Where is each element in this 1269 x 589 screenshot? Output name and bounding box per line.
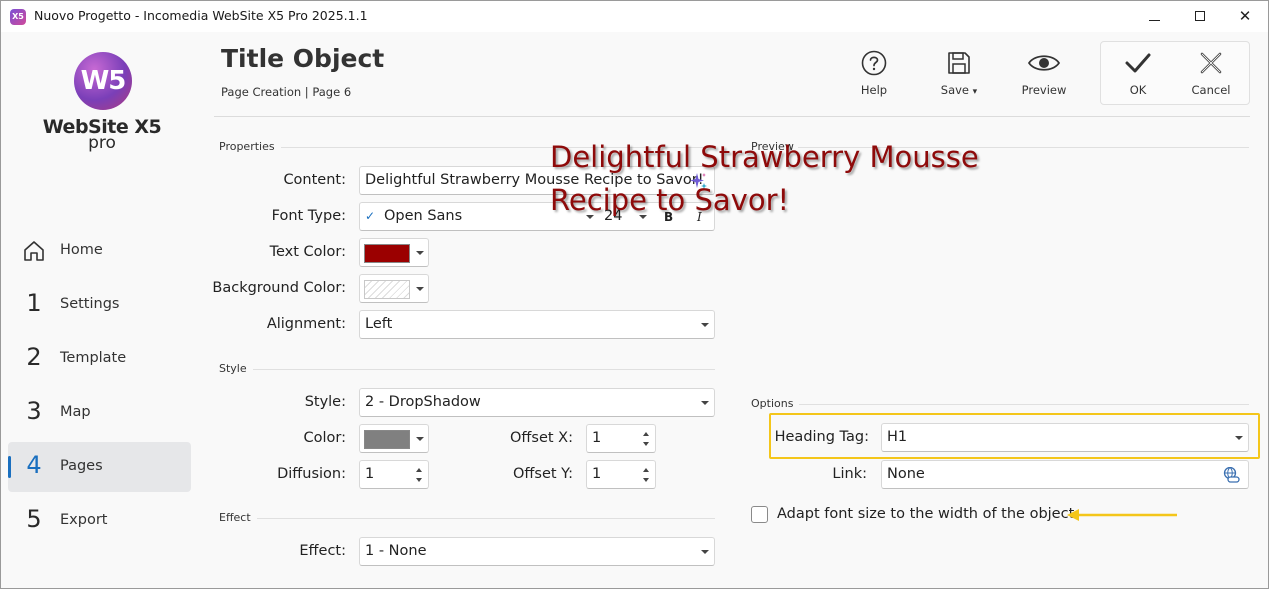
content-label: Content:	[283, 172, 346, 188]
chevron-down-icon	[701, 550, 709, 554]
minimize-icon	[1148, 20, 1160, 21]
chevron-down-icon	[416, 287, 424, 291]
title-preview: Delightful Strawberry Mousse Recipe to S…	[550, 140, 979, 217]
chevron-down-icon	[701, 401, 709, 405]
sidebar: W5 WebSite X5 pro Home 1 Settings 2 Temp…	[1, 32, 200, 588]
title-bar: X5 Nuovo Progetto - Incomedia WebSite X5…	[1, 1, 1268, 32]
style-label: Style:	[304, 394, 346, 410]
background-color-picker[interactable]	[359, 274, 429, 303]
app-icon: X5	[10, 9, 26, 25]
alignment-select[interactable]: Left	[359, 310, 715, 339]
transparent-swatch	[364, 280, 410, 299]
header-divider	[214, 116, 1250, 117]
sidebar-item-home[interactable]: Home	[8, 226, 191, 276]
check-icon	[1125, 53, 1151, 73]
diffusion-stepper[interactable]: 1	[359, 460, 429, 489]
diffusion-label: Diffusion:	[277, 466, 346, 482]
close-icon	[1200, 52, 1222, 74]
sidebar-item-label: Export	[60, 512, 108, 528]
home-icon	[24, 241, 44, 261]
app-window: X5 Nuovo Progetto - Incomedia WebSite X5…	[0, 0, 1269, 589]
stepper-up-icon[interactable]	[643, 468, 649, 472]
sidebar-item-label: Settings	[60, 296, 120, 312]
section-divider	[253, 369, 715, 370]
stepper-down-icon[interactable]	[416, 478, 422, 482]
minimize-button[interactable]	[1131, 1, 1177, 32]
stepper-down-icon[interactable]	[643, 442, 649, 446]
effect-section-title: Effect	[219, 511, 251, 524]
font-family-select[interactable]: Open Sans	[384, 208, 462, 224]
website-x5-logo: W5	[74, 52, 132, 110]
background-color-label: Background Color:	[212, 280, 346, 296]
breadcrumb: Page Creation | Page 6	[221, 85, 352, 99]
text-color-label: Text Color:	[269, 244, 346, 260]
properties-section-title: Properties	[219, 140, 275, 153]
cancel-button[interactable]: Cancel	[1176, 48, 1246, 104]
close-icon: ✕	[1238, 7, 1252, 25]
color-swatch	[364, 430, 410, 449]
ok-button[interactable]: OK	[1103, 48, 1173, 104]
step-number: 4	[26, 451, 42, 479]
section-divider	[799, 404, 1249, 405]
sidebar-item-map[interactable]: 3 Map	[8, 388, 191, 438]
chevron-down-icon	[701, 323, 709, 327]
font-type-label: Font Type:	[271, 208, 346, 224]
text-color-picker[interactable]	[359, 238, 429, 267]
close-button[interactable]: ✕	[1222, 1, 1268, 32]
chevron-down-icon	[416, 251, 424, 255]
help-icon	[861, 50, 887, 76]
stepper-down-icon[interactable]	[643, 478, 649, 482]
shadow-color-picker[interactable]	[359, 424, 429, 453]
sidebar-item-label: Pages	[60, 458, 103, 474]
step-number: 1	[26, 289, 42, 317]
shadow-color-label: Color:	[303, 430, 347, 446]
alignment-label: Alignment:	[266, 316, 346, 332]
arrow-left-icon	[1067, 509, 1177, 521]
maximize-icon	[1195, 11, 1205, 21]
effect-select[interactable]: 1 - None	[359, 537, 715, 566]
stepper-up-icon[interactable]	[643, 432, 649, 436]
logo-sub: pro	[88, 133, 116, 153]
sidebar-item-template[interactable]: 2 Template	[8, 334, 191, 384]
offset-x-stepper[interactable]: 1	[586, 424, 656, 453]
color-swatch	[364, 244, 410, 263]
section-divider	[257, 518, 715, 519]
effect-label: Effect:	[299, 543, 346, 559]
adapt-font-size-checkbox[interactable]	[751, 506, 768, 523]
save-button[interactable]: Save ▾	[924, 48, 994, 104]
help-button[interactable]: Help	[839, 48, 909, 104]
offset-y-stepper[interactable]: 1	[586, 460, 656, 489]
sidebar-item-label: Map	[60, 404, 91, 420]
link-label: Link:	[832, 466, 867, 482]
step-number: 2	[26, 343, 42, 371]
eye-icon	[1027, 55, 1061, 71]
style-select[interactable]: 2 - DropShadow	[359, 388, 715, 417]
heading-tag-label: Heading Tag:	[774, 429, 869, 445]
page-title: Title Object	[221, 44, 385, 73]
check-icon: ✓	[365, 209, 376, 223]
maximize-button[interactable]	[1177, 1, 1223, 32]
options-section-title: Options	[751, 397, 794, 410]
chevron-down-icon: ▾	[972, 87, 978, 97]
link-icon[interactable]	[1222, 467, 1240, 483]
window-title: Nuovo Progetto - Incomedia WebSite X5 Pr…	[34, 8, 368, 23]
style-section-title: Style	[219, 362, 247, 375]
sidebar-item-pages[interactable]: 4 Pages	[8, 442, 191, 492]
step-number: 5	[26, 505, 42, 533]
chevron-down-icon	[416, 437, 424, 441]
save-icon	[948, 52, 970, 74]
sidebar-item-label: Home	[60, 242, 103, 258]
preview-button[interactable]: Preview	[1009, 48, 1079, 104]
adapt-font-size-label: Adapt font size to the width of the obje…	[777, 506, 1075, 522]
sidebar-item-label: Template	[60, 350, 127, 366]
stepper-up-icon[interactable]	[416, 468, 422, 472]
sidebar-item-export[interactable]: 5 Export	[8, 496, 191, 546]
offset-y-label: Offset Y:	[513, 466, 573, 482]
sidebar-item-settings[interactable]: 1 Settings	[8, 280, 191, 330]
offset-x-label: Offset X:	[510, 430, 573, 446]
step-number: 3	[26, 397, 42, 425]
link-field[interactable]: None	[881, 460, 1249, 489]
chevron-down-icon	[1235, 436, 1243, 440]
heading-tag-select[interactable]: H1	[881, 423, 1249, 452]
